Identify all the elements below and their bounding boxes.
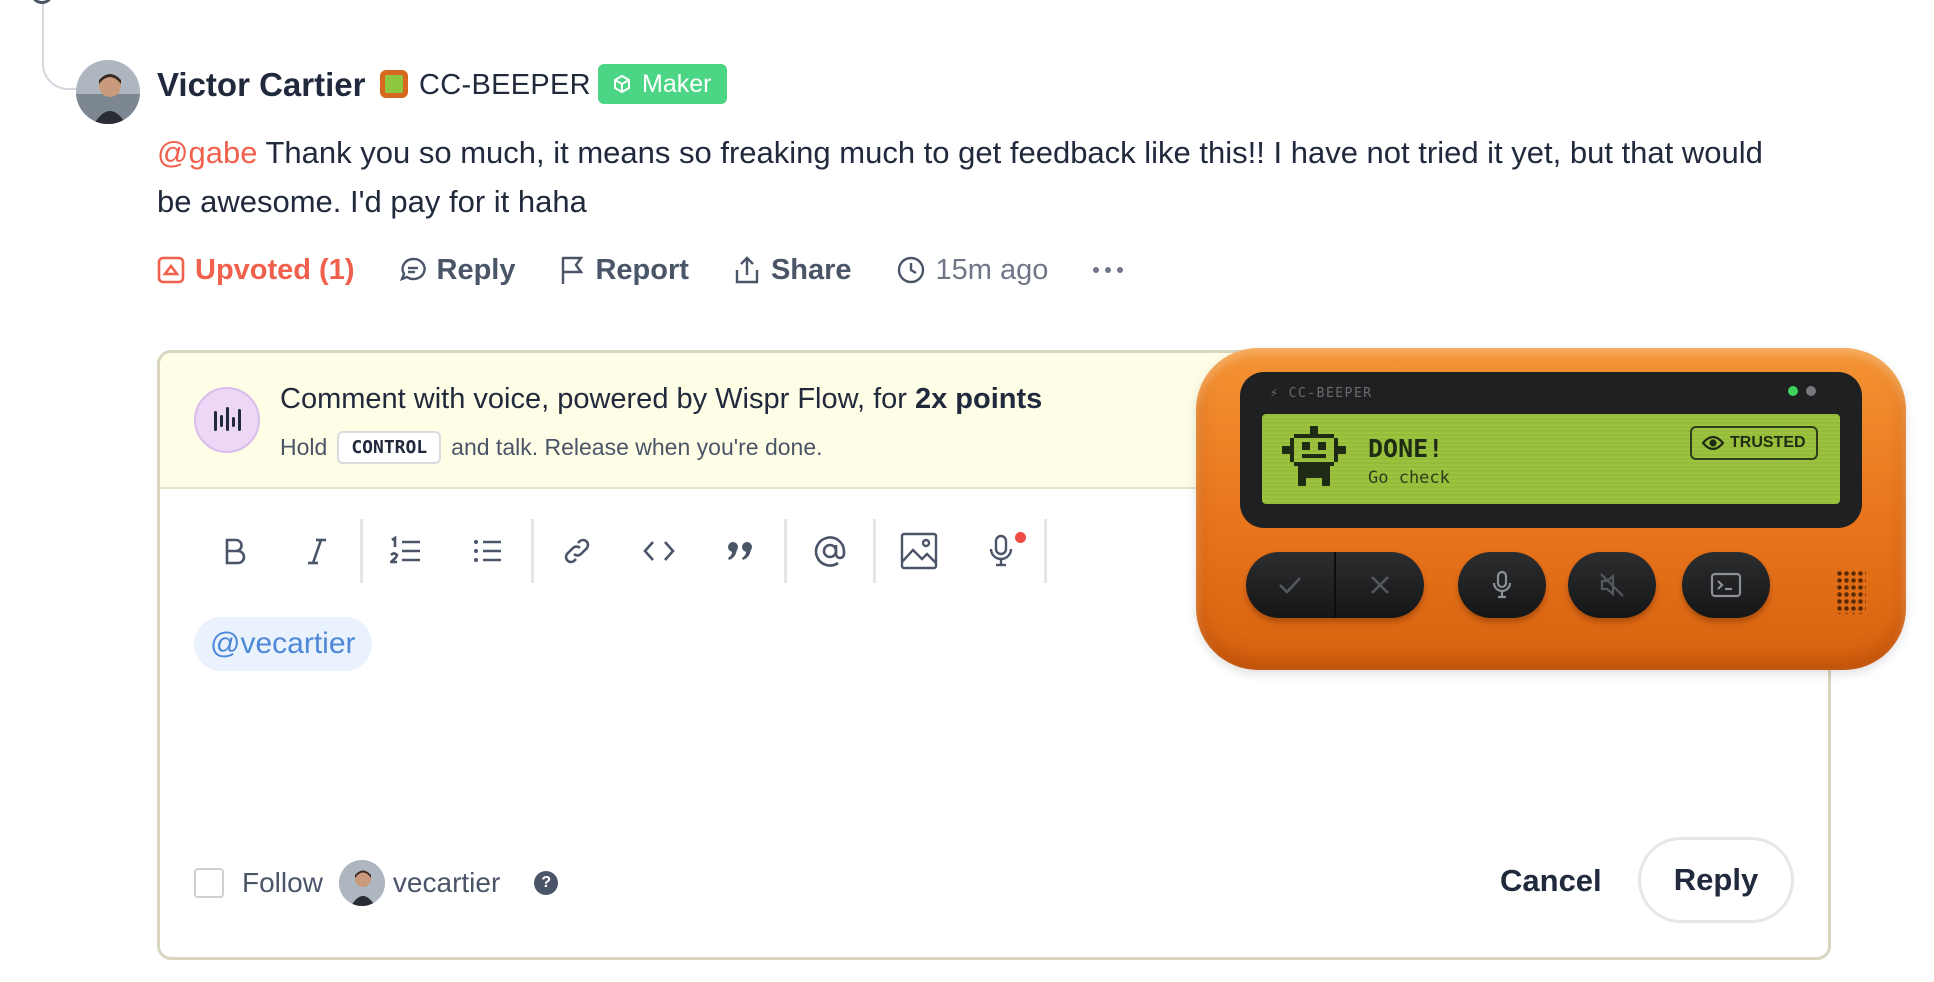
follow-user-avatar: [338, 860, 385, 906]
beeper-status: DONE!: [1368, 434, 1444, 463]
reply-submit-button[interactable]: Reply: [1638, 837, 1794, 923]
bullet-list-icon: [474, 540, 501, 562]
code-icon: [643, 541, 675, 561]
code-button[interactable]: [618, 518, 700, 584]
comment-body: @gabe Thank you so much, it means so fre…: [157, 128, 1797, 226]
terminal-icon: [1710, 572, 1742, 598]
voice-instructions: Hold CONTROL and talk. Release when you'…: [280, 431, 823, 464]
toolbar-divider: [360, 519, 363, 583]
more-options-button[interactable]: [1092, 266, 1124, 274]
cc-beeper-product-icon: [380, 70, 408, 98]
beeper-mute-button[interactable]: [1568, 552, 1656, 618]
control-key: CONTROL: [337, 431, 442, 464]
voice-release-label: and talk. Release when you're done.: [451, 434, 823, 460]
voice-points: 2x points: [914, 383, 1043, 415]
microphone-icon: [1492, 570, 1512, 599]
editor-mention-chip[interactable]: @vecartier: [194, 617, 372, 671]
share-button[interactable]: Share: [733, 254, 852, 287]
beeper-substatus: Go check: [1368, 468, 1450, 488]
comment-actions: Upvoted (1) Reply Report Share 15m ago: [157, 250, 1168, 290]
cube-icon: [614, 74, 630, 94]
upvote-icon: [157, 256, 185, 284]
product-name[interactable]: CC-BEEPER: [419, 69, 591, 102]
toolbar-divider: [873, 519, 876, 583]
follow-section: Follow vecartier ?: [194, 858, 559, 908]
toolbar-divider: [784, 519, 787, 583]
recording-indicator: [1015, 532, 1026, 543]
author-name[interactable]: Victor Cartier: [157, 66, 365, 104]
flag-icon: [562, 256, 584, 284]
approve-deny-buttons: [1246, 552, 1424, 618]
beeper-brand-label: CC-BEEPER: [1288, 386, 1373, 401]
cancel-button[interactable]: Cancel: [1500, 863, 1602, 899]
robot-icon: [1282, 426, 1346, 486]
toolbar-divider: [531, 519, 534, 583]
help-icon[interactable]: ?: [534, 871, 559, 895]
status-led-green: [1788, 386, 1798, 396]
clock-icon: [897, 256, 924, 284]
close-icon: [1371, 576, 1389, 594]
mention-link[interactable]: @gabe: [157, 135, 257, 170]
check-icon: [1279, 577, 1301, 594]
reply-action-button[interactable]: Reply: [399, 253, 516, 287]
comment-text: Thank you so much, it means so freaking …: [157, 135, 1763, 219]
timestamp: 15m ago: [896, 253, 1049, 287]
quote-icon: [728, 542, 752, 560]
cc-beeper-overlay: ⚡ CC-BEEPER DONE! Go check TRUSTED: [1196, 348, 1906, 670]
eye-icon: [1702, 436, 1724, 450]
ordered-list-icon: [390, 536, 420, 564]
bold-button[interactable]: [194, 518, 276, 584]
voice-hold-label: Hold: [280, 434, 328, 460]
follow-username: vecartier: [392, 867, 501, 898]
beeper-mic-button[interactable]: [1458, 552, 1546, 618]
follow-checkbox[interactable]: [194, 868, 224, 898]
status-led-off: [1806, 386, 1816, 396]
upvote-button[interactable]: Upvoted (1): [157, 254, 355, 287]
bullet-list-button[interactable]: [447, 518, 529, 584]
upvote-label: Upvoted (1): [195, 253, 355, 286]
speaker-muted-icon: [1600, 573, 1624, 597]
author-avatar[interactable]: [76, 60, 140, 124]
voice-title: Comment with voice, powered by Wispr Flo…: [280, 383, 1042, 416]
share-label: Share: [770, 253, 852, 286]
link-icon: [564, 538, 590, 564]
ordered-list-button[interactable]: [365, 518, 447, 584]
image-button[interactable]: [878, 518, 960, 584]
toolbar-divider: [1044, 519, 1047, 583]
quote-button[interactable]: [700, 518, 782, 584]
speaker-grille: [1836, 570, 1866, 614]
italic-icon: [308, 538, 326, 565]
maker-badge-label: Maker: [642, 69, 712, 98]
share-icon: [735, 256, 759, 284]
mention-button[interactable]: [789, 518, 871, 584]
at-mention-icon: [814, 536, 846, 567]
trusted-badge: TRUSTED: [1690, 426, 1818, 460]
follow-label[interactable]: Follow: [242, 867, 323, 899]
beeper-terminal-button[interactable]: [1682, 552, 1770, 618]
approve-button[interactable]: [1246, 552, 1334, 618]
reply-action-label: Reply: [436, 253, 516, 286]
more-dots-icon: [1093, 267, 1124, 273]
maker-badge: Maker: [598, 64, 728, 104]
beeper-brand: ⚡ CC-BEEPER: [1270, 386, 1373, 401]
link-button[interactable]: [536, 518, 618, 584]
microphone-icon: [989, 534, 1013, 567]
deny-button[interactable]: [1334, 552, 1424, 618]
formatting-toolbar: [194, 518, 1049, 584]
timestamp-label: 15m ago: [935, 253, 1049, 286]
voice-record-button[interactable]: [960, 518, 1042, 584]
report-button[interactable]: Report: [559, 253, 689, 287]
beeper-display-bezel: ⚡ CC-BEEPER DONE! Go check TRUSTED: [1240, 372, 1862, 528]
chat-bubble-icon: [399, 257, 426, 282]
italic-button[interactable]: [276, 518, 358, 584]
trusted-label: TRUSTED: [1730, 434, 1806, 451]
voice-waveform-icon[interactable]: [194, 387, 260, 453]
voice-title-text: Comment with voice, powered by Wispr Flo…: [280, 383, 915, 415]
beeper-screen: DONE! Go check TRUSTED: [1262, 414, 1840, 504]
bold-icon: [225, 538, 246, 565]
image-icon: [900, 532, 938, 570]
report-label: Report: [595, 253, 689, 286]
thread-connector-line: [42, 0, 80, 90]
